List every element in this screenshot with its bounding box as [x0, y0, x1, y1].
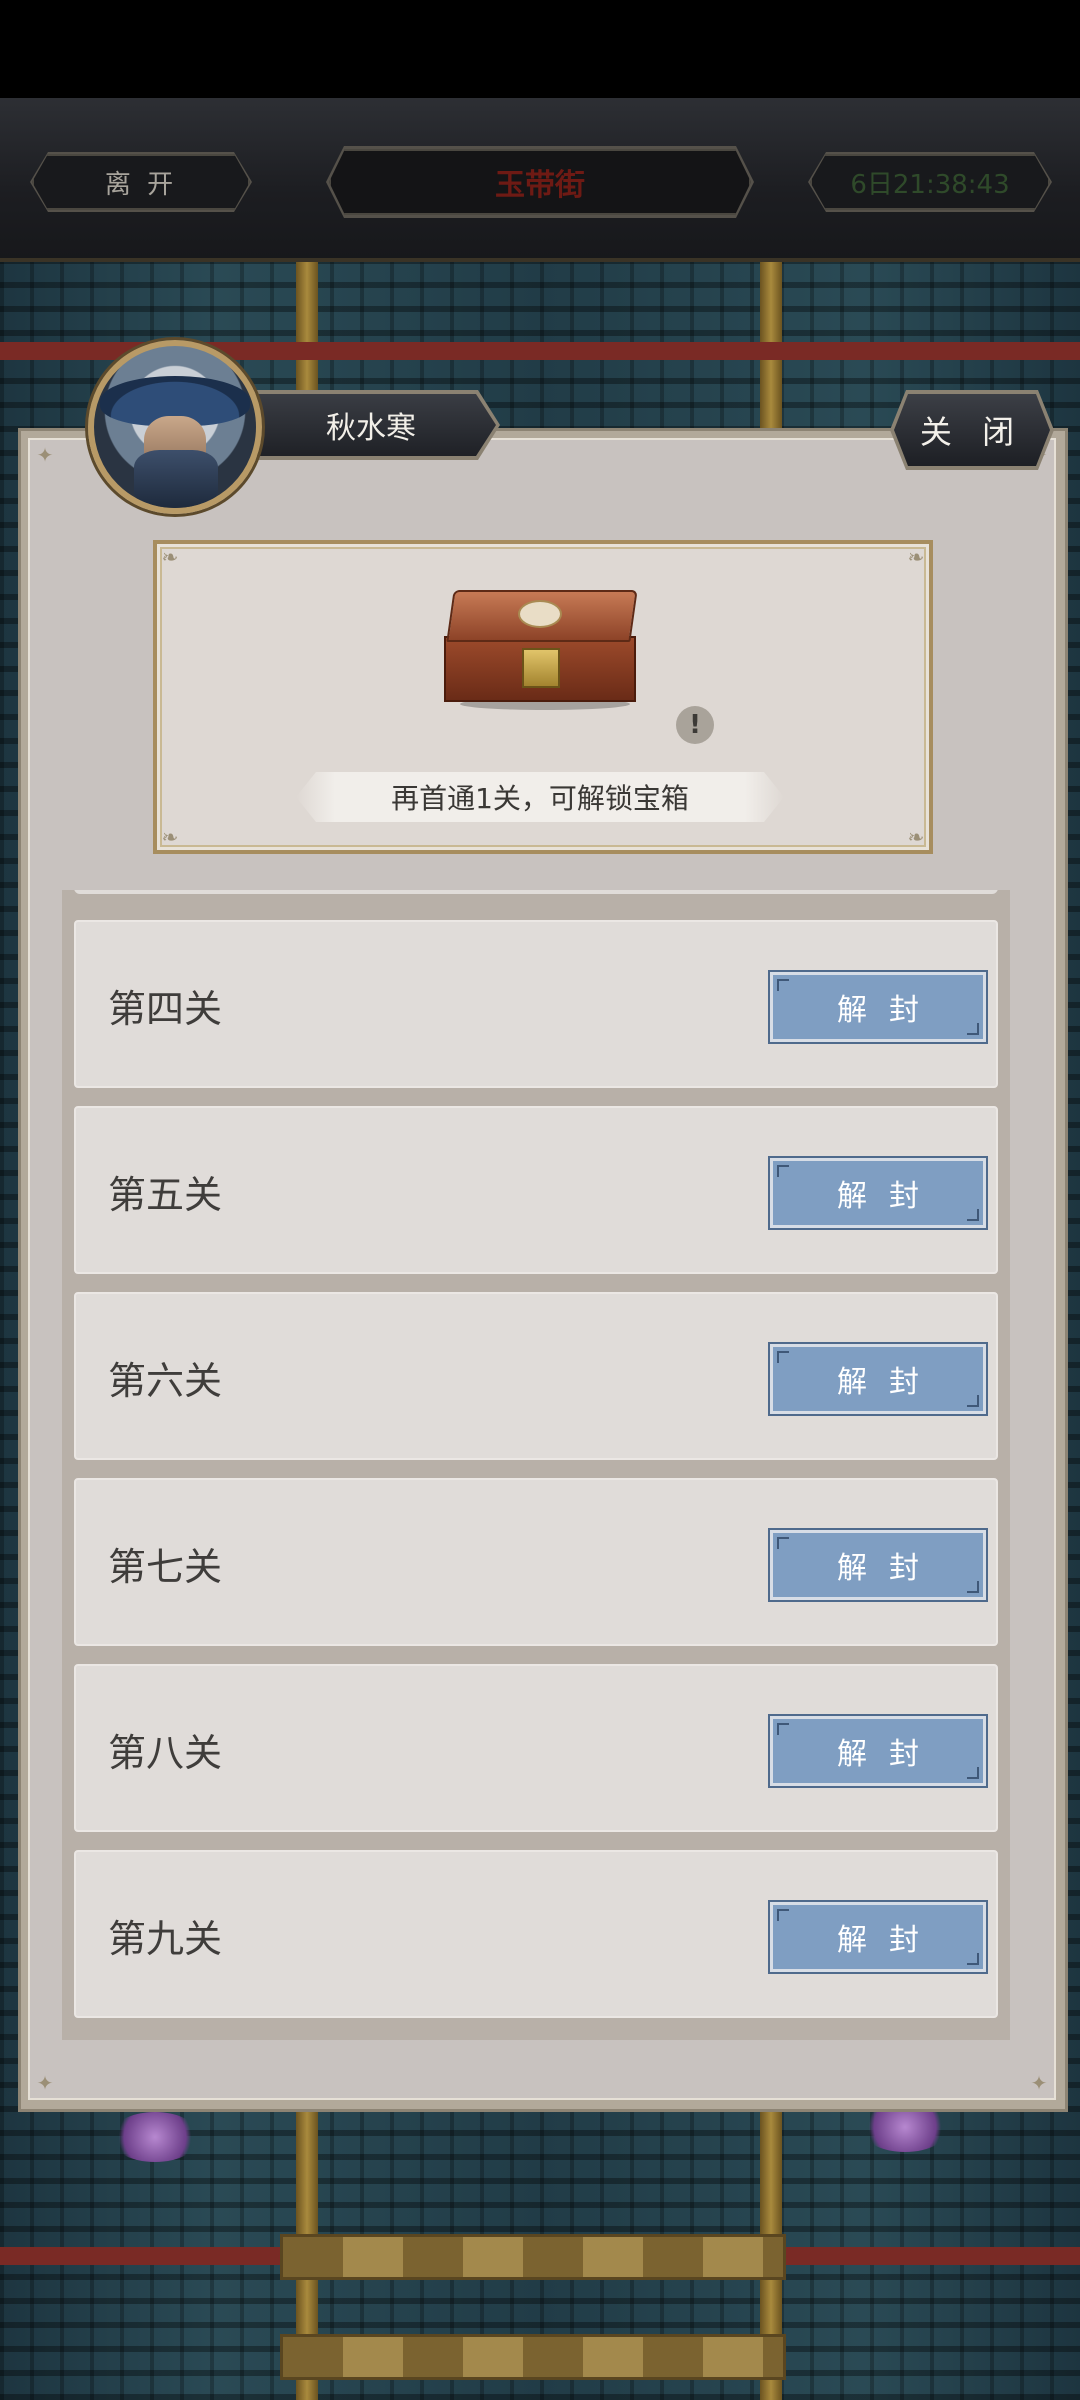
unseal-button[interactable]: 解封 [768, 1714, 988, 1788]
level-name: 第六关 [108, 1359, 223, 1403]
level-list[interactable]: 第四关 解封 第五关 解封 第六关 解封 第七关 解封 第八关 解封 第九关 解… [62, 890, 1010, 2040]
unseal-button[interactable]: 解封 [768, 1900, 988, 1974]
corner-ornament: ✦ [36, 443, 54, 467]
treasure-chest-icon[interactable] [440, 590, 640, 710]
location-label: 玉带街 [495, 168, 585, 203]
level-row-9: 第九关 解封 [74, 1850, 998, 2018]
location-plate: 玉带街 [329, 149, 751, 215]
avatar-scarf [134, 450, 218, 508]
level-row-8: 第八关 解封 [74, 1664, 998, 1832]
unlock-hint-banner: 再首通1关，可解锁宝箱 [296, 772, 784, 822]
status-bar [0, 0, 1080, 98]
corner-ornament: ✦ [1030, 2071, 1048, 2095]
info-icon-glyph: ! [689, 710, 701, 740]
corner-ornament: ❧ [161, 545, 179, 569]
info-icon[interactable]: ! [676, 706, 714, 744]
corner-ornament: ❧ [161, 825, 179, 849]
unseal-button[interactable]: 解封 [768, 1156, 988, 1230]
level-name: 第九关 [108, 1917, 223, 1961]
character-name-plate: 秋水寒 [246, 394, 496, 456]
unseal-button[interactable]: 解封 [768, 970, 988, 1044]
close-button-label: 关 闭 [919, 413, 1025, 451]
unseal-button[interactable]: 解封 [768, 1342, 988, 1416]
level-row-7: 第七关 解封 [74, 1478, 998, 1646]
level-row-6: 第六关 解封 [74, 1292, 998, 1460]
list-item-partial [74, 890, 998, 894]
unseal-button[interactable]: 解封 [768, 1528, 988, 1602]
top-bar: 离 开 玉带街 6日21:38:43 [0, 98, 1080, 262]
level-name: 第七关 [108, 1545, 223, 1589]
chest-lock [522, 648, 560, 688]
level-name: 第八关 [108, 1731, 223, 1775]
chest-emblem [518, 600, 562, 628]
unlock-hint-text: 再首通1关，可解锁宝箱 [391, 782, 689, 815]
timer-label: 6日21:38:43 [850, 169, 1010, 200]
leave-button-label: 离 开 [104, 169, 178, 200]
corner-ornament: ❧ [907, 545, 925, 569]
scene-beam [280, 2234, 786, 2280]
level-row-4: 第四关 解封 [74, 920, 998, 1088]
corner-ornament: ✦ [36, 2071, 54, 2095]
character-avatar [88, 340, 262, 514]
level-row-5: 第五关 解封 [74, 1106, 998, 1274]
scene-flower [110, 2112, 200, 2162]
level-name: 第四关 [108, 987, 223, 1031]
timer-plate: 6日21:38:43 [810, 154, 1050, 210]
character-name: 秋水寒 [326, 411, 416, 446]
leave-button[interactable]: 离 开 [32, 154, 250, 210]
corner-ornament: ❧ [907, 825, 925, 849]
scene-beam [280, 2334, 786, 2380]
level-name: 第五关 [108, 1173, 223, 1217]
close-button[interactable]: 关 闭 [894, 394, 1050, 466]
